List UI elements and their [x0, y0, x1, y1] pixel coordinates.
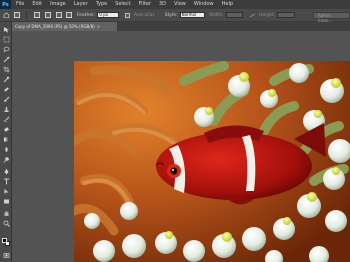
photoshop-window: Ps File Edit Image Layer Type Select Fil… [0, 0, 350, 262]
antialias-label: Anti-alias [133, 12, 155, 18]
home-icon[interactable] [3, 12, 10, 19]
document-image[interactable] [74, 61, 350, 262]
menu-image[interactable]: Image [45, 0, 69, 9]
marquee-preset-icon[interactable] [14, 12, 21, 19]
blur-tool-icon[interactable] [2, 145, 10, 153]
refine-edge-button[interactable]: Refine Edge... [313, 11, 350, 23]
lasso-tool-icon[interactable] [2, 45, 10, 53]
spot-heal-tool-icon[interactable] [2, 85, 10, 93]
dodge-tool-icon[interactable] [2, 155, 10, 163]
document-tab-bar: Copy of DMA_2006 (PS) @ 50% (RGB/8) × [12, 22, 350, 31]
swap-dimensions-icon[interactable] [249, 12, 256, 19]
add-selection-icon[interactable] [44, 12, 51, 19]
menu-layer[interactable]: Layer [69, 0, 91, 9]
history-brush-tool-icon[interactable] [2, 115, 10, 123]
crop-tool-icon[interactable] [2, 65, 10, 73]
menu-window[interactable]: Window [189, 0, 217, 9]
menu-file[interactable]: File [11, 0, 27, 9]
feather-label: Feather: [76, 12, 96, 18]
photoshop-logo[interactable]: Ps [0, 0, 11, 9]
clownfish-anemone-photo [74, 61, 350, 262]
menu-select[interactable]: Select [110, 0, 133, 9]
antialias-checkbox[interactable] [124, 12, 130, 18]
menu-3d[interactable]: 3D [154, 0, 169, 9]
foreground-color-swatch[interactable] [2, 238, 7, 243]
move-tool-icon[interactable] [2, 25, 10, 33]
document-tab[interactable]: Copy of DMA_2006 (PS) @ 50% (RGB/8) × [12, 22, 118, 31]
hand-tool-icon[interactable] [2, 209, 10, 217]
close-icon[interactable]: × [97, 24, 100, 29]
options-bar: Feather: 0 px Anti-alias Style: Normal W… [0, 9, 350, 23]
height-input[interactable] [277, 12, 295, 18]
type-tool-icon[interactable] [2, 177, 10, 185]
tools-panel [0, 22, 12, 262]
menu-bar: Ps File Edit Image Layer Type Select Fil… [0, 0, 350, 9]
pen-tool-icon[interactable] [2, 167, 10, 175]
gradient-tool-icon[interactable] [2, 135, 10, 143]
subtract-selection-icon[interactable] [55, 12, 62, 19]
style-select[interactable]: Normal [179, 12, 205, 18]
clone-stamp-tool-icon[interactable] [2, 105, 10, 113]
eraser-tool-icon[interactable] [2, 125, 10, 133]
width-label: Width: [208, 12, 224, 18]
menu-edit[interactable]: Edit [27, 0, 45, 9]
canvas-area[interactable] [12, 31, 350, 262]
menu-filter[interactable]: Filter [134, 0, 154, 9]
options-divider [25, 11, 27, 19]
menu-type[interactable]: Type [91, 0, 110, 9]
menu-view[interactable]: View [169, 0, 189, 9]
width-input[interactable] [225, 12, 244, 18]
marquee-tool-icon[interactable] [2, 35, 10, 43]
document-tab-title: Copy of DMA_2006 (PS) @ 50% (RGB/8) [15, 24, 95, 29]
brush-tool-icon[interactable] [2, 95, 10, 103]
shape-tool-icon[interactable] [2, 197, 10, 205]
height-label: Height: [258, 12, 276, 18]
eyedropper-tool-icon[interactable] [2, 75, 10, 83]
quick-select-tool-icon[interactable] [2, 55, 10, 63]
menu-help[interactable]: Help [217, 0, 236, 9]
intersect-selection-icon[interactable] [66, 12, 73, 19]
path-select-tool-icon[interactable] [2, 187, 10, 195]
zoom-tool-icon[interactable] [2, 219, 10, 227]
feather-input[interactable]: 0 px [97, 12, 119, 18]
style-label: Style: [164, 12, 178, 18]
new-selection-icon[interactable] [34, 12, 41, 19]
quick-mask-icon[interactable] [2, 251, 10, 259]
